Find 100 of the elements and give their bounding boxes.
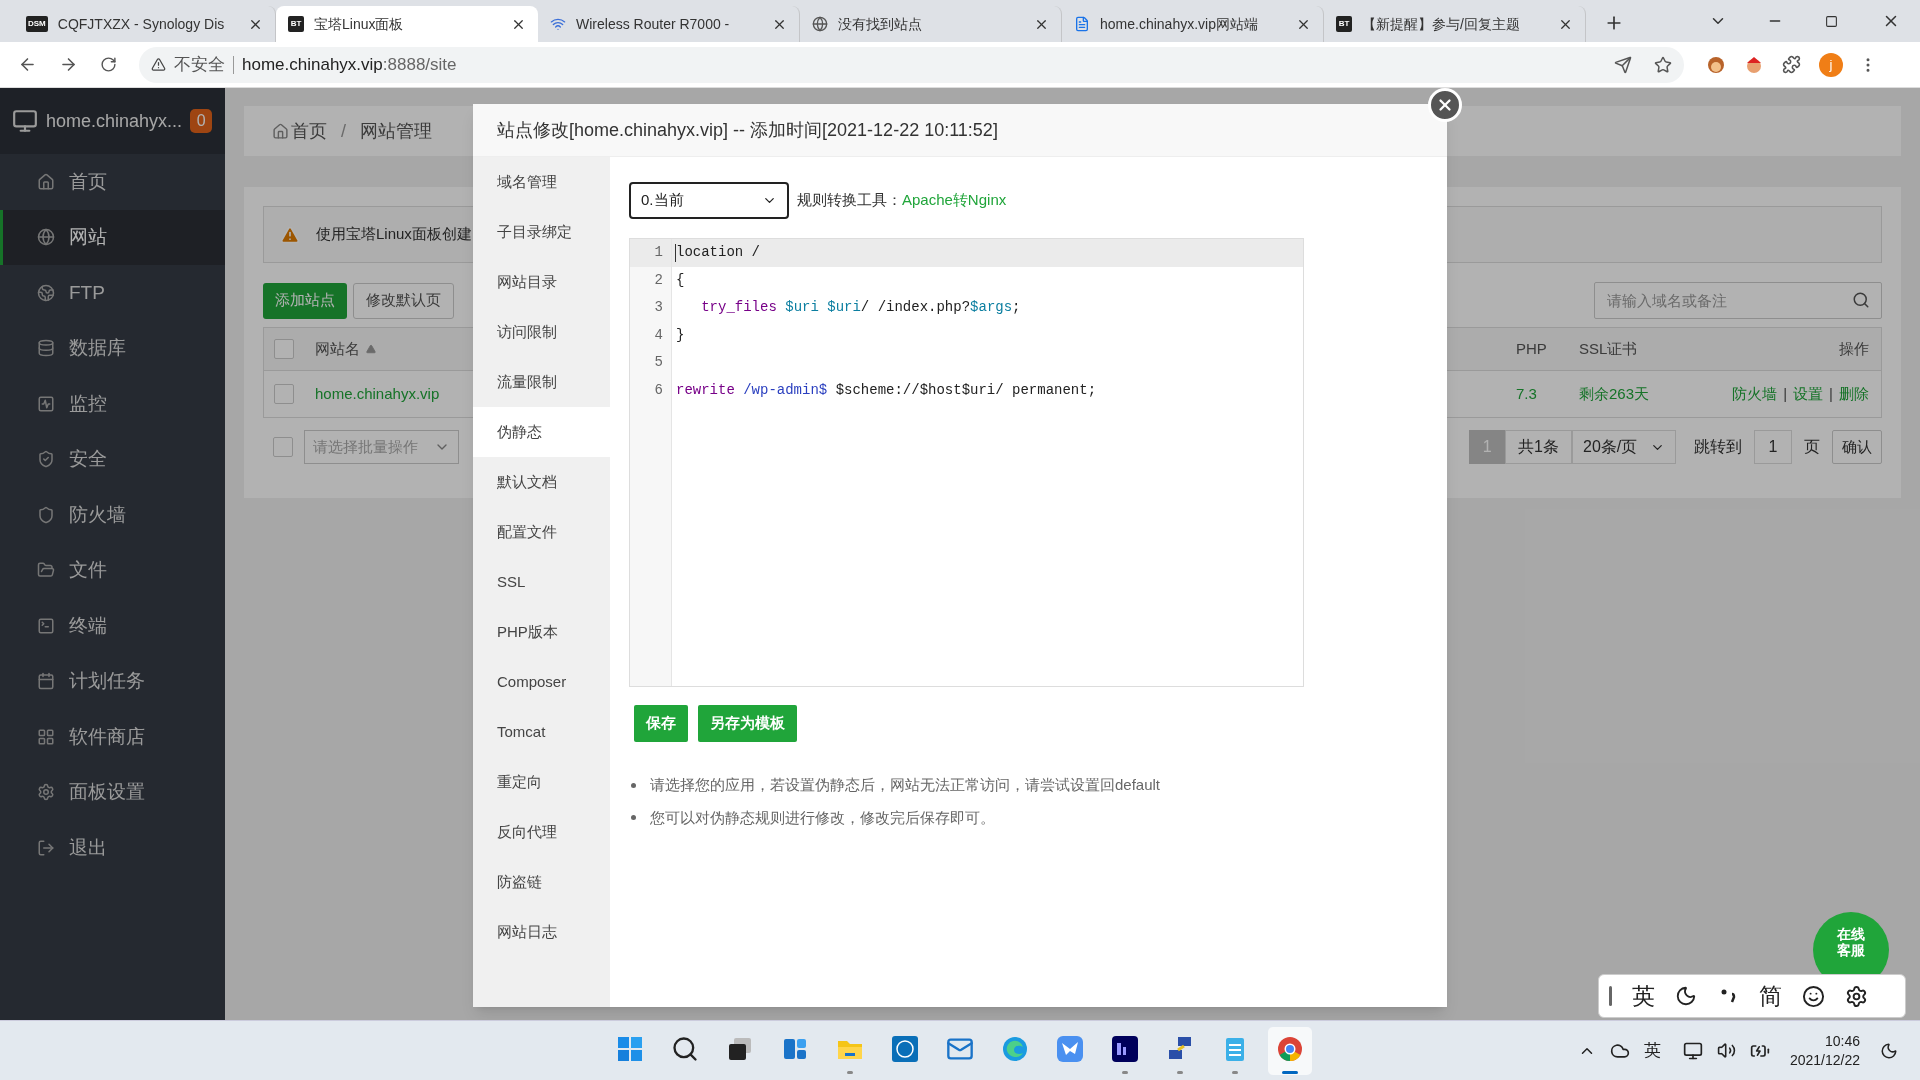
task-view-icon <box>726 1035 754 1063</box>
nav-tab[interactable]: 重定向 <box>473 757 610 807</box>
converter-label: 规则转换工具：Apache转Nginx <box>797 190 1007 211</box>
address-bar[interactable]: 不安全 home.chinahyx.vip:8888/site <box>139 46 1684 83</box>
line-number: 1 <box>630 239 671 267</box>
checkbox[interactable] <box>274 339 294 359</box>
nav-tab[interactable]: 子目录绑定 <box>473 207 610 257</box>
search-icon[interactable] <box>1852 291 1870 309</box>
tab-favicon: BT <box>288 16 304 32</box>
nav-tab[interactable]: 防盗链 <box>473 857 610 907</box>
bookmark-icon[interactable] <box>1654 55 1672 74</box>
send-icon[interactable] <box>1614 55 1632 74</box>
clock[interactable]: 10:46 2021/12/22 <box>1789 1031 1860 1070</box>
ime-script[interactable]: 简 <box>1759 978 1782 1014</box>
tab-title: CQFJTXZX - Synology Dis <box>57 14 226 34</box>
help-text: 您可以对伪静态规则进行修改，修改完后保存即可。 <box>650 807 995 828</box>
line-number: 3 <box>653 298 664 318</box>
network-icon[interactable] <box>1682 1040 1703 1061</box>
reload-icon[interactable] <box>100 56 117 73</box>
nav-tab[interactable]: Composer <box>473 657 610 707</box>
sidebar-item[interactable]: 防火墙 <box>0 487 225 543</box>
back-icon[interactable] <box>18 55 37 74</box>
nav-tab[interactable]: 反向代理 <box>473 807 610 857</box>
code-line: try_files $uri $uri/ /index.php?$args; <box>700 298 1021 318</box>
server-name: home.chinahyx... <box>46 109 183 133</box>
sidebar-item[interactable]: 数据库 <box>0 320 225 376</box>
nav-tab[interactable]: Tomcat <box>473 707 610 757</box>
nav-tab[interactable]: 默认文档 <box>473 457 610 507</box>
settings-icon[interactable] <box>1845 984 1868 1008</box>
checkbox[interactable] <box>274 384 294 404</box>
moon-icon[interactable] <box>1675 985 1697 1007</box>
alert-text: 使用宝塔Linux面板创建 <box>316 224 472 245</box>
nav-tab[interactable]: PHP版本 <box>473 607 610 657</box>
search-field[interactable]: 请输入域名或备注 <box>1594 282 1882 319</box>
close-icon <box>1436 96 1454 114</box>
globe-icon <box>812 16 828 32</box>
code-editor[interactable]: 1 2 3 4 5 6 location / { try_files $uri $uri/ /index.php?$args; } rewrite /wp-admin$ $scheme://$host$uri/ permanent; <box>629 238 1304 687</box>
confirm-button[interactable]: 确认 <box>1832 430 1882 464</box>
focus-icon[interactable] <box>1880 1041 1898 1060</box>
notification-badge: 0 <box>190 109 213 133</box>
tab-favicon: BT <box>1336 16 1352 32</box>
extensions-icon[interactable] <box>1782 55 1801 74</box>
toolbar-button[interactable]: 修改默认页 <box>353 282 454 319</box>
nav-tab[interactable]: 流量限制 <box>473 357 610 407</box>
table-cell-text: 剩余263天 <box>1579 383 1651 404</box>
sidebar-item[interactable]: 安全 <box>0 431 225 487</box>
sidebar-item[interactable]: 软件商店 <box>0 709 225 765</box>
restore-icon[interactable] <box>1825 15 1838 28</box>
column-header: 操作 <box>1838 338 1870 359</box>
checkbox[interactable] <box>273 437 293 457</box>
nav-tab[interactable]: 配置文件 <box>473 507 610 557</box>
code-line: location / <box>676 243 760 263</box>
sidebar-item[interactable]: 网站 <box>0 209 225 265</box>
ime-mode[interactable]: 英 <box>1632 978 1655 1014</box>
nav-tab[interactable]: 伪静态 <box>473 407 610 457</box>
tab-title: Wireless Router R7000 - <box>576 14 731 34</box>
terminal-icon <box>37 616 55 635</box>
help-text: 请选择您的应用，若设置伪静态后，网站无法正常访问，请尝试设置回default <box>650 775 1161 795</box>
emoji-icon[interactable] <box>1802 984 1825 1008</box>
nav-tab[interactable]: 网站目录 <box>473 257 610 307</box>
dialog-title: 站点修改[home.chinahyx.vip] -- 添加时间[2021-12-22 10:11:52] <box>497 118 998 142</box>
nav-tab[interactable]: 域名管理 <box>473 157 610 207</box>
page-size-select[interactable]: 20条/页 <box>1572 430 1676 464</box>
sidebar-item[interactable]: 文件 <box>0 542 225 598</box>
warning-icon <box>151 57 166 72</box>
tab-title: 【新提醒】参与/回复主题 <box>1362 14 1521 34</box>
breadcrumb-link[interactable]: 首页 <box>291 117 327 145</box>
input-indicator[interactable]: 英 <box>1643 1037 1661 1064</box>
drag-handle-icon <box>1609 986 1612 1006</box>
nav-tab[interactable]: 访问限制 <box>473 307 610 357</box>
folder-icon <box>37 561 55 580</box>
windows-icon <box>616 1035 644 1063</box>
sidebar-item[interactable]: 计划任务 <box>0 653 225 709</box>
text-cursor <box>675 244 676 262</box>
forward-icon[interactable] <box>59 55 78 74</box>
sidebar-item[interactable]: 退出 <box>0 820 225 876</box>
template-select[interactable]: 0.当前 <box>629 182 789 219</box>
link-separator: | <box>1783 383 1788 404</box>
sidebar-item[interactable]: 终端 <box>0 598 225 654</box>
column-header[interactable]: 网站名 <box>315 337 360 361</box>
sidebar-item[interactable]: 面板设置 <box>0 764 225 820</box>
tab-title: 宝塔Linux面板 <box>314 14 405 34</box>
bullet-icon <box>631 815 636 821</box>
breadcrumb-current: 网站管理 <box>360 119 432 143</box>
browser-tab[interactable]: BT 宝塔Linux面板 <box>276 6 538 42</box>
sidebar-item[interactable]: FTP <box>0 265 225 321</box>
column-header: PHP <box>1516 338 1548 359</box>
volume-icon[interactable] <box>1716 1041 1736 1060</box>
total-count: 共1条 <box>1505 430 1572 464</box>
sidebar-item[interactable]: 首页 <box>0 154 225 210</box>
globe-icon <box>37 228 55 247</box>
url-text: home.chinahyx.vip:8888/site <box>242 53 457 76</box>
code-line: { <box>676 270 685 290</box>
nav-tab[interactable]: SSL <box>473 557 610 607</box>
page-input[interactable]: 1 <box>1754 430 1792 464</box>
sidebar-item[interactable]: 监控 <box>0 376 225 432</box>
nav-tab[interactable]: 网站日志 <box>473 907 610 957</box>
security-label: 不安全 <box>174 55 234 74</box>
jump-label: 跳转到 <box>1694 437 1742 457</box>
line-number: 4 <box>653 325 664 345</box>
